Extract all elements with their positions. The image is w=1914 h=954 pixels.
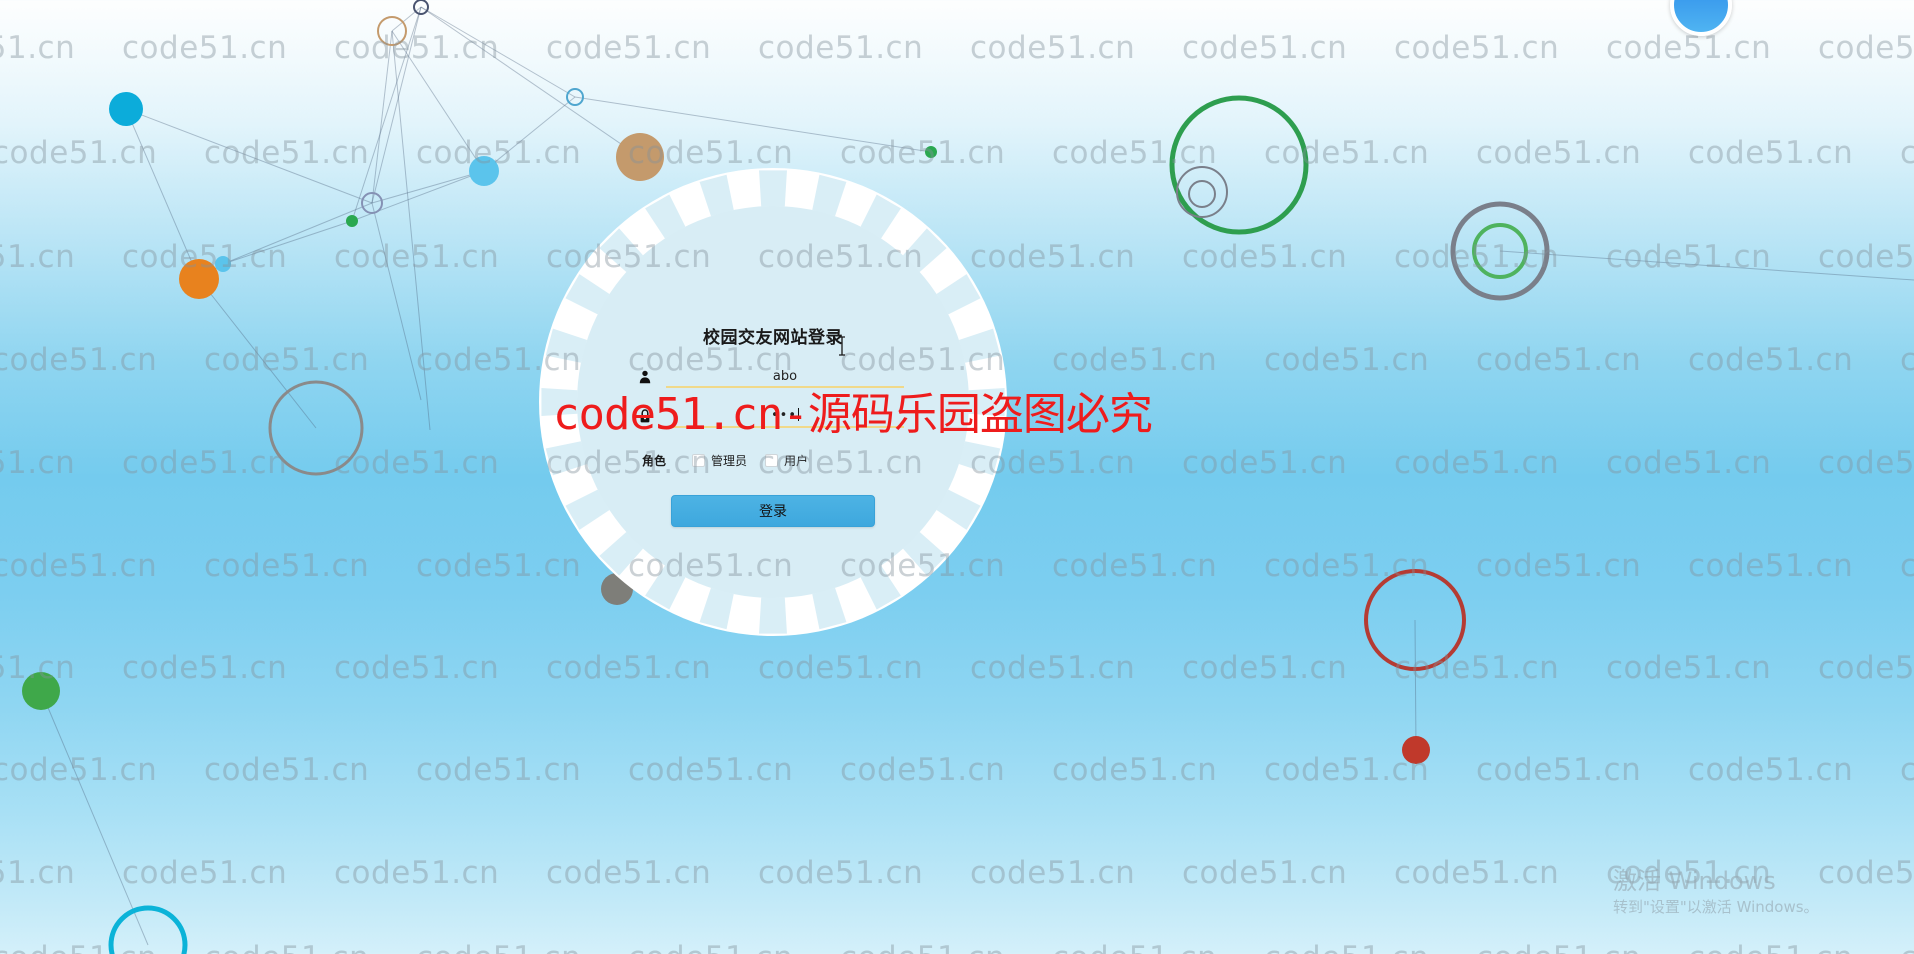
role-selector: 角色 管理员 用户	[642, 452, 904, 469]
role-option-user[interactable]: 用户	[765, 452, 808, 469]
piracy-watermark-cjk: 源码乐园盗图必究	[807, 389, 1153, 440]
text-cursor-icon	[839, 336, 845, 356]
role-option-admin[interactable]: 管理员	[692, 452, 747, 469]
piracy-watermark-latin: code51.cn-	[553, 389, 809, 440]
piracy-watermark: code51.cn-源码乐园盗图必究	[553, 378, 1153, 442]
login-button[interactable]: 登录	[671, 495, 875, 527]
role-label: 角色	[642, 454, 667, 468]
page-title: 校园交友网站登录	[703, 328, 843, 348]
role-option-user-label: 用户	[784, 454, 809, 468]
radio-user-icon[interactable]	[765, 454, 779, 467]
role-option-admin-label: 管理员	[711, 454, 748, 468]
radio-admin-icon[interactable]	[692, 454, 706, 467]
